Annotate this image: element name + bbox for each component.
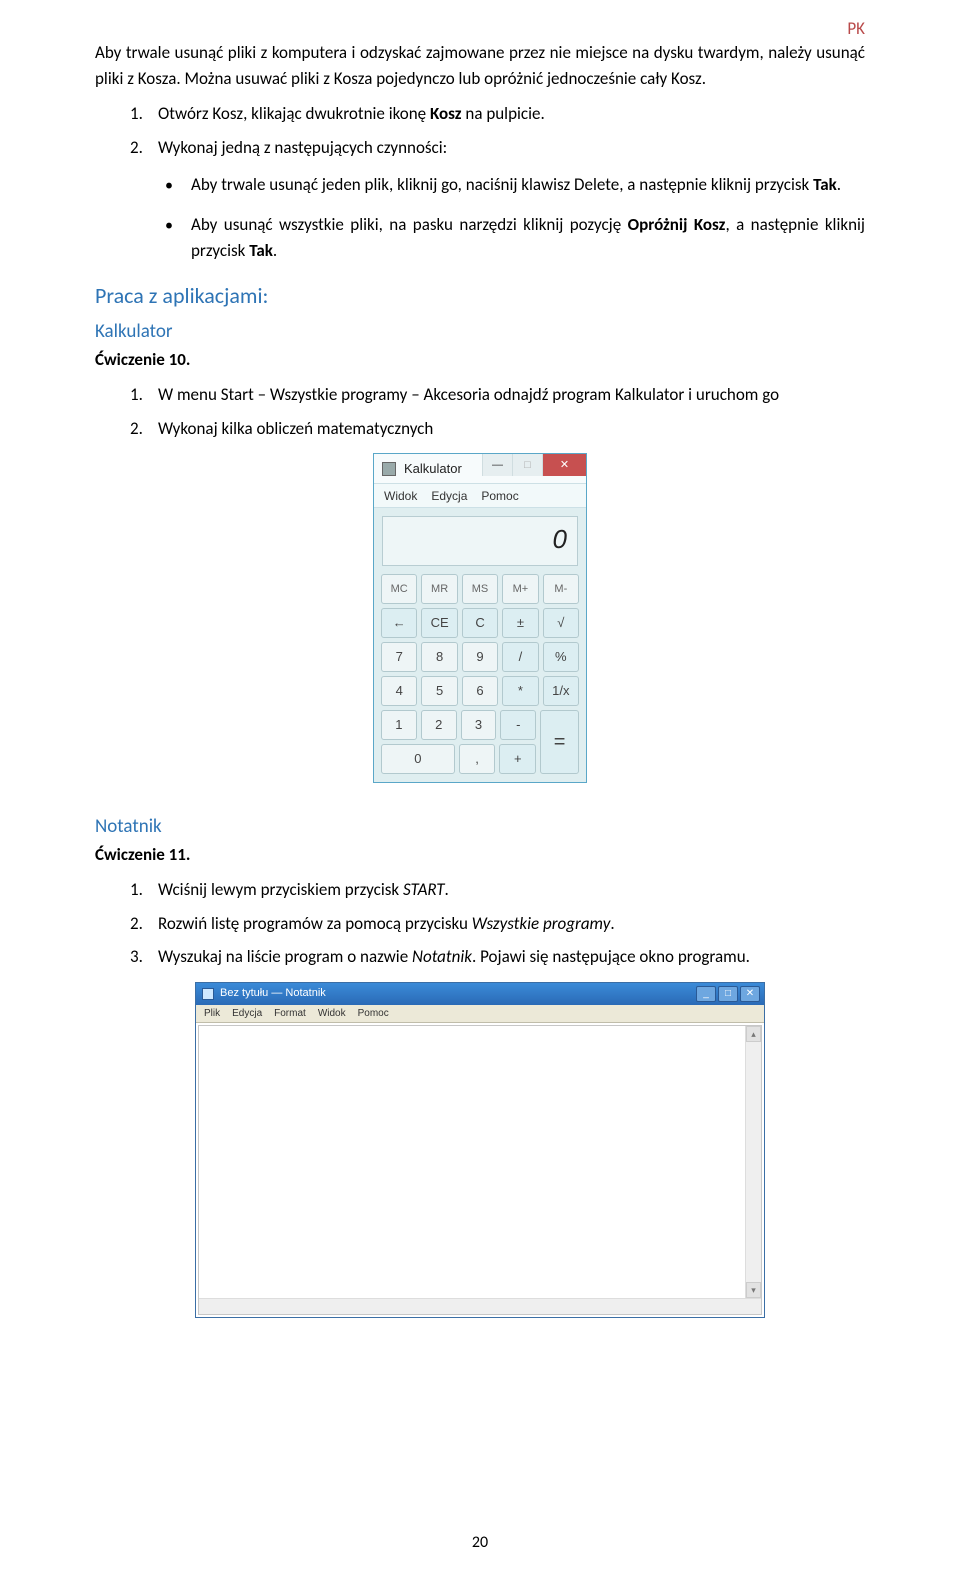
menu-edit[interactable]: Edycja — [431, 487, 467, 505]
bullet-icon — [165, 172, 191, 198]
calc-negate-button[interactable]: ± — [502, 608, 538, 638]
list-item: Aby trwale usunąć jeden plik, kliknij go… — [165, 172, 865, 198]
section-heading-apps: Praca z aplikacjami: — [95, 279, 865, 312]
list-text: Wciśnij lewym przyciskiem przycisk START… — [158, 877, 865, 903]
calc-backspace-button[interactable]: ← — [381, 608, 417, 638]
list-text: Wykonaj jedną z następujących czynności: — [158, 135, 865, 161]
calc-decimal-button[interactable]: , — [459, 744, 496, 774]
calc-1-button[interactable]: 1 — [381, 710, 417, 740]
calc-reciprocal-button[interactable]: 1/x — [543, 676, 579, 706]
list-text: Aby trwale usunąć jeden plik, kliknij go… — [191, 172, 865, 198]
list-item: 3. Wyszukaj na liście program o nazwie N… — [130, 944, 865, 970]
calculator-title-text: Kalkulator — [404, 459, 462, 479]
menu-view[interactable]: Widok — [384, 487, 417, 505]
list-number: 1. — [130, 877, 158, 903]
calc-mr-button[interactable]: MR — [421, 574, 457, 604]
calc-0-button[interactable]: 0 — [381, 744, 455, 774]
maximize-button: □ — [512, 454, 542, 476]
vertical-scrollbar[interactable] — [745, 1026, 761, 1298]
close-button[interactable]: ✕ — [542, 454, 586, 476]
calc-6-button[interactable]: 6 — [462, 676, 498, 706]
list-number: 2. — [130, 416, 158, 442]
calc-ce-button[interactable]: CE — [421, 608, 457, 638]
notepad-menubar: Plik Edycja Format Widok Pomoc — [196, 1005, 764, 1023]
list-item: 2. Wykonaj kilka obliczeń matematycznych — [130, 416, 865, 442]
list-item: 2. Rozwiń listę programów za pomocą przy… — [130, 911, 865, 937]
calculator-app-icon — [382, 462, 396, 476]
list-text: Otwórz Kosz, klikając dwukrotnie ikonę K… — [158, 101, 865, 127]
exercise11-list: 1. Wciśnij lewym przyciskiem przycisk ST… — [130, 877, 865, 970]
list-text: Rozwiń listę programów za pomocą przycis… — [158, 911, 865, 937]
menu-help[interactable]: Pomoc — [481, 487, 518, 505]
calc-c-button[interactable]: C — [462, 608, 498, 638]
calc-sqrt-button[interactable]: √ — [543, 608, 579, 638]
close-button[interactable]: ✕ — [740, 986, 760, 1002]
list-item: Aby usunąć wszystkie pliki, na pasku nar… — [165, 212, 865, 263]
menu-help[interactable]: Pomoc — [358, 1006, 389, 1021]
menu-format[interactable]: Format — [274, 1006, 306, 1021]
notepad-window: Bez tytułu — Notatnik _ □ ✕ Plik Edycja … — [195, 982, 765, 1318]
calculator-menubar: Widok Edycja Pomoc — [374, 484, 586, 508]
list-number: 1. — [130, 101, 158, 127]
list-number: 2. — [130, 135, 158, 161]
calc-5-button[interactable]: 5 — [421, 676, 457, 706]
calc-mplus-button[interactable]: M+ — [502, 574, 538, 604]
calc-multiply-button[interactable]: * — [502, 676, 538, 706]
calc-percent-button[interactable]: % — [543, 642, 579, 672]
calc-mc-button[interactable]: MC — [381, 574, 417, 604]
minimize-button[interactable]: — — [482, 454, 512, 476]
calculator-titlebar[interactable]: Kalkulator — □ ✕ — [374, 454, 586, 484]
list-number: 1. — [130, 382, 158, 408]
horizontal-scrollbar[interactable] — [199, 1298, 761, 1314]
list-text: Wyszukaj na liście program o nazwie Nota… — [158, 944, 865, 970]
header-tag: PK — [847, 16, 865, 42]
notepad-app-icon — [202, 988, 214, 1000]
calculator-window: Kalkulator — □ ✕ Widok Edycja Pomoc 0 MC… — [373, 453, 587, 783]
section-heading-calculator: Kalkulator — [95, 318, 865, 347]
menu-edit[interactable]: Edycja — [232, 1006, 262, 1021]
calc-2-button[interactable]: 2 — [421, 710, 457, 740]
calc-4-button[interactable]: 4 — [381, 676, 417, 706]
menu-file[interactable]: Plik — [204, 1006, 220, 1021]
calc-7-button[interactable]: 7 — [381, 642, 417, 672]
section-heading-notepad: Notatnik — [95, 813, 865, 842]
notepad-text-area[interactable] — [198, 1025, 762, 1315]
calc-8-button[interactable]: 8 — [421, 642, 457, 672]
intro-ordered-list: 1. Otwórz Kosz, klikając dwukrotnie ikon… — [130, 101, 865, 160]
list-item: 1. W menu Start – Wszystkie programy – A… — [130, 382, 865, 408]
list-number: 2. — [130, 911, 158, 937]
calculator-display: 0 — [382, 516, 578, 566]
calc-divide-button[interactable]: / — [502, 642, 538, 672]
page-number: 20 — [0, 1531, 960, 1555]
calc-equals-button[interactable]: = — [540, 710, 579, 774]
minimize-button[interactable]: _ — [696, 986, 716, 1002]
exercise-label: Ćwiczenie 10. — [95, 347, 865, 373]
calc-plus-button[interactable]: + — [499, 744, 536, 774]
calc-mminus-button[interactable]: M- — [543, 574, 579, 604]
calc-ms-button[interactable]: MS — [462, 574, 498, 604]
intro-bullet-list: Aby trwale usunąć jeden plik, kliknij go… — [165, 172, 865, 263]
calc-3-button[interactable]: 3 — [461, 710, 497, 740]
maximize-button[interactable]: □ — [718, 986, 738, 1002]
intro-paragraph: Aby trwale usunąć pliki z komputera i od… — [95, 40, 865, 91]
calc-9-button[interactable]: 9 — [462, 642, 498, 672]
list-item: 2. Wykonaj jedną z następujących czynnoś… — [130, 135, 865, 161]
list-item: 1. Wciśnij lewym przyciskiem przycisk ST… — [130, 877, 865, 903]
notepad-titlebar[interactable]: Bez tytułu — Notatnik _ □ ✕ — [196, 983, 764, 1005]
list-text: W menu Start – Wszystkie programy – Akce… — [158, 382, 865, 408]
exercise-label: Ćwiczenie 11. — [95, 842, 865, 868]
list-number: 3. — [130, 944, 158, 970]
menu-view[interactable]: Widok — [318, 1006, 346, 1021]
list-text: Wykonaj kilka obliczeń matematycznych — [158, 416, 865, 442]
notepad-title-text: Bez tytułu — Notatnik — [220, 985, 326, 1002]
bullet-icon — [165, 212, 191, 263]
exercise10-list: 1. W menu Start – Wszystkie programy – A… — [130, 382, 865, 441]
calc-minus-button[interactable]: - — [500, 710, 536, 740]
list-item: 1. Otwórz Kosz, klikając dwukrotnie ikon… — [130, 101, 865, 127]
list-text: Aby usunąć wszystkie pliki, na pasku nar… — [191, 212, 865, 263]
calculator-keypad: MC MR MS M+ M- ← CE C ± √ 7 8 9 / % 4 — [374, 574, 586, 782]
